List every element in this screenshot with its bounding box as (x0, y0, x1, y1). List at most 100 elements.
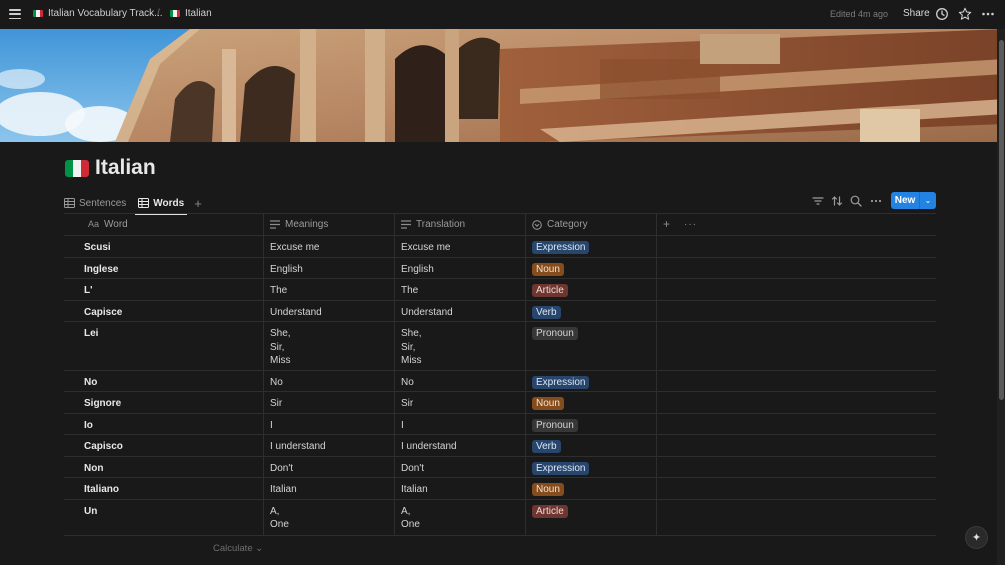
word-cell[interactable]: Io (64, 413, 264, 434)
word-cell[interactable]: Lei (64, 322, 264, 370)
sidebar-menu-icon[interactable] (8, 7, 22, 21)
translation-cell[interactable]: The (395, 279, 526, 300)
column-header-meanings[interactable]: Meanings (264, 214, 395, 235)
chevron-down-icon[interactable]: ⌄ (919, 192, 936, 209)
translation-cell[interactable]: I (395, 413, 526, 434)
new-button-label[interactable]: New (891, 192, 919, 209)
table-row[interactable]: Un A, One A, One Article (64, 499, 936, 536)
meanings-cell[interactable]: The (264, 279, 395, 300)
search-icon[interactable] (849, 194, 863, 208)
cover-image[interactable] (0, 29, 1005, 142)
table-row[interactable]: Italiano Italian Italian Noun (64, 478, 936, 500)
word-cell[interactable]: Italiano (64, 478, 264, 499)
translation-cell[interactable]: A, One (395, 499, 526, 535)
add-property-icon[interactable]: + (663, 217, 670, 232)
edited-timestamp[interactable]: Edited 4m ago (830, 9, 888, 19)
category-cell[interactable]: Pronoun (526, 322, 657, 370)
sort-icon[interactable] (830, 194, 844, 208)
category-cell[interactable]: Noun (526, 257, 657, 278)
category-tag[interactable]: Verb (532, 440, 561, 453)
more-options-icon[interactable] (981, 7, 995, 21)
clock-icon[interactable] (935, 7, 949, 21)
word-cell[interactable]: Scusi (64, 236, 264, 257)
category-cell[interactable]: Expression (526, 456, 657, 477)
calculate-button[interactable]: Calculate ⌄ (213, 543, 263, 554)
category-cell[interactable]: Verb (526, 435, 657, 456)
category-tag[interactable]: Expression (532, 375, 590, 389)
filter-icon[interactable] (811, 194, 825, 208)
category-tag[interactable]: Noun (532, 397, 564, 410)
translation-cell[interactable]: Excuse me (395, 236, 526, 257)
category-tag[interactable]: Noun (532, 483, 564, 496)
translation-cell[interactable]: Sir (395, 392, 526, 413)
translation-cell[interactable]: She, Sir, Miss (395, 322, 526, 370)
table-row[interactable]: No No No Expression (64, 370, 936, 392)
translation-cell[interactable]: Italian (395, 478, 526, 499)
tab-sentences[interactable]: Sentences (64, 192, 126, 214)
column-header-translation[interactable]: Translation (395, 214, 526, 235)
meanings-cell[interactable]: Don't (264, 456, 395, 477)
category-cell[interactable]: Pronoun (526, 413, 657, 434)
page-title[interactable]: Italian (65, 156, 156, 180)
category-cell[interactable]: Article (526, 279, 657, 300)
word-cell[interactable]: Capisce (64, 300, 264, 321)
table-row[interactable]: L' The The Article (64, 279, 936, 301)
word-cell[interactable]: L' (64, 279, 264, 300)
category-tag[interactable]: Pronoun (532, 418, 578, 432)
category-tag[interactable]: Article (532, 504, 568, 518)
meanings-cell[interactable]: English (264, 257, 395, 278)
category-tag[interactable]: Article (532, 284, 568, 297)
category-tag[interactable]: Noun (532, 262, 564, 276)
category-cell[interactable]: Expression (526, 236, 657, 257)
add-view-icon[interactable]: + (194, 196, 202, 211)
table-row[interactable]: Scusi Excuse me Excuse me Expression (64, 236, 936, 258)
column-header-category[interactable]: Category (526, 214, 657, 235)
category-tag[interactable]: Verb (532, 305, 561, 319)
new-button[interactable]: New ⌄ (891, 192, 936, 209)
table-row[interactable]: Capisce Understand Understand Verb (64, 300, 936, 322)
meanings-cell[interactable]: She, Sir, Miss (264, 322, 395, 370)
word-cell[interactable]: Capisco (64, 435, 264, 456)
category-cell[interactable]: Verb (526, 300, 657, 321)
meanings-cell[interactable]: I (264, 413, 395, 434)
scrollbar-thumb[interactable] (999, 40, 1004, 400)
word-cell[interactable]: Un (64, 499, 264, 535)
meanings-cell[interactable]: Understand (264, 300, 395, 321)
ai-sparkle-icon[interactable]: ✦ (965, 526, 988, 549)
breadcrumb-parent[interactable]: Italian Vocabulary Track... (33, 8, 163, 19)
translation-cell[interactable]: I understand (395, 435, 526, 456)
meanings-cell[interactable]: Italian (264, 478, 395, 499)
translation-cell[interactable]: No (395, 370, 526, 391)
page-title-text[interactable]: Italian (95, 156, 156, 180)
table-row[interactable]: Inglese English English Noun (64, 257, 936, 279)
star-icon[interactable] (958, 7, 972, 21)
meanings-cell[interactable]: Sir (264, 392, 395, 413)
word-cell[interactable]: Signore (64, 392, 264, 413)
translation-cell[interactable]: English (395, 257, 526, 278)
table-row[interactable]: Non Don't Don't Expression (64, 456, 936, 478)
meanings-cell[interactable]: No (264, 370, 395, 391)
meanings-cell[interactable]: Excuse me (264, 236, 395, 257)
word-cell[interactable]: No (64, 370, 264, 391)
column-header-word[interactable]: Aa Word (64, 214, 264, 235)
category-tag[interactable]: Pronoun (532, 327, 578, 340)
category-cell[interactable]: Noun (526, 392, 657, 413)
italy-flag-icon[interactable] (65, 159, 89, 177)
tab-words[interactable]: Words (135, 192, 188, 215)
category-tag[interactable]: Expression (532, 461, 590, 475)
table-row[interactable]: Capisco I understand I understand Verb (64, 435, 936, 457)
breadcrumb-current[interactable]: Italian (170, 8, 212, 19)
category-tag[interactable]: Expression (532, 241, 590, 254)
category-cell[interactable]: Expression (526, 370, 657, 391)
word-cell[interactable]: Inglese (64, 257, 264, 278)
category-cell[interactable]: Noun (526, 478, 657, 499)
table-row[interactable]: Lei She, Sir, Miss She, Sir, Miss Pronoun (64, 322, 936, 371)
more-options-icon[interactable]: ··· (684, 218, 697, 232)
translation-cell[interactable]: Don't (395, 456, 526, 477)
translation-cell[interactable]: Understand (395, 300, 526, 321)
table-row[interactable]: Signore Sir Sir Noun (64, 392, 936, 414)
meanings-cell[interactable]: I understand (264, 435, 395, 456)
share-button[interactable]: Share (903, 8, 930, 19)
category-cell[interactable]: Article (526, 499, 657, 535)
more-options-icon[interactable] (869, 194, 883, 208)
